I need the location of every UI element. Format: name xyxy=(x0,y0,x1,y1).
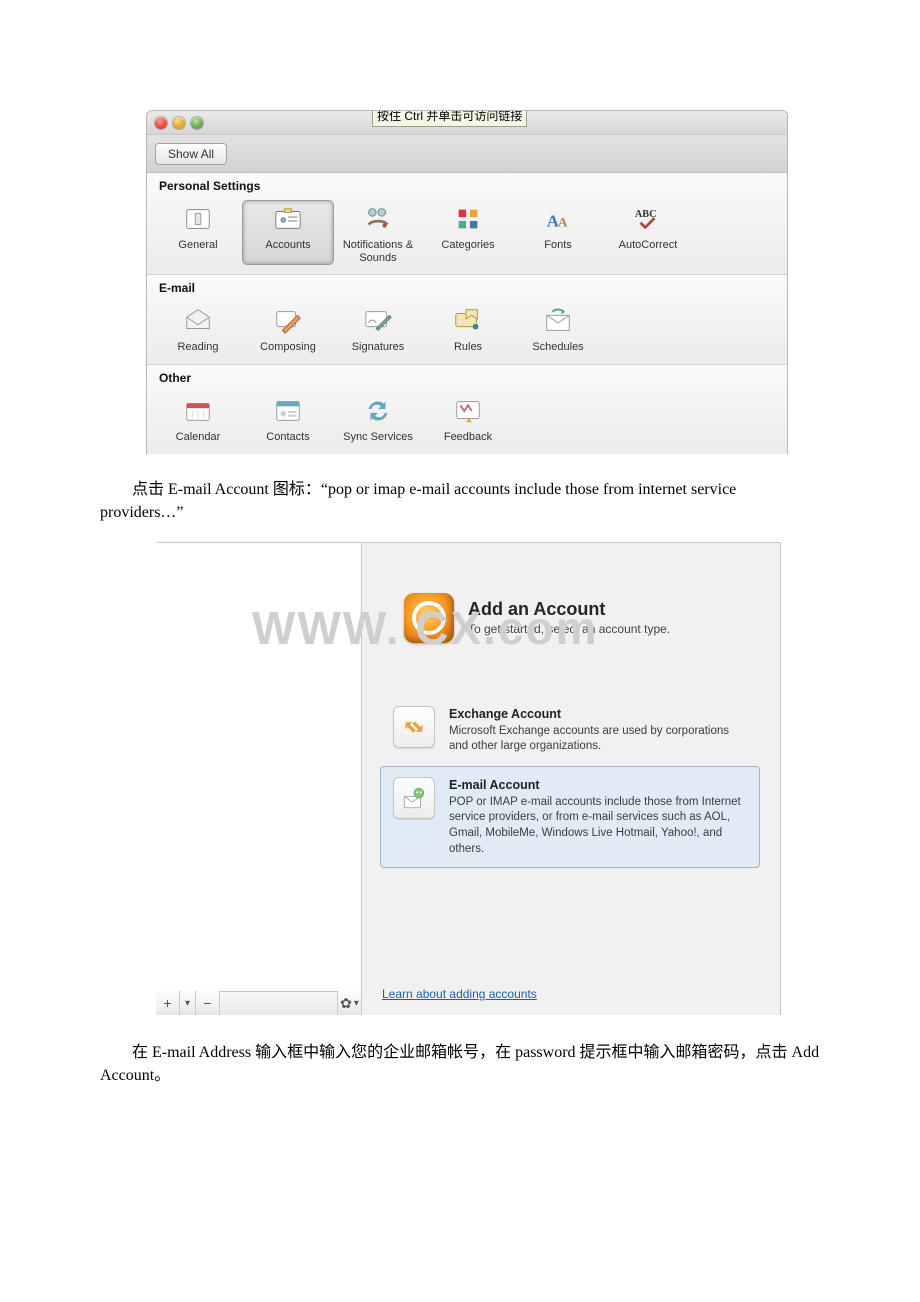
pref-label: Rules xyxy=(454,341,482,354)
zoom-window-button[interactable] xyxy=(191,117,203,129)
mail-schedule-icon xyxy=(542,305,574,337)
hyperlink-tooltip: 按住 Ctrl 并单击可访问链接 xyxy=(372,110,527,127)
pref-composing[interactable]: Composing xyxy=(243,303,333,354)
account-list-empty xyxy=(156,543,361,991)
pref-autocorrect[interactable]: ABC AutoCorrect xyxy=(603,201,693,264)
pref-label: Accounts xyxy=(265,239,310,252)
svg-text:A: A xyxy=(558,215,568,230)
learn-about-adding-accounts-link[interactable]: Learn about adding accounts xyxy=(382,987,537,1001)
account-actions-menu[interactable]: ✿ ▾ xyxy=(337,991,361,1015)
pref-label: Calendar xyxy=(176,431,221,444)
pref-label: Reading xyxy=(178,341,219,354)
pref-calendar[interactable]: Calendar xyxy=(153,393,243,444)
option-text: E-mail Account POP or IMAP e-mail accoun… xyxy=(449,777,747,857)
email-desc: POP or IMAP e-mail accounts include thos… xyxy=(449,795,747,857)
pref-notifications[interactable]: Notifications & Sounds xyxy=(333,201,423,264)
titlebar: 按住 Ctrl 并单击可访问链接 xyxy=(147,111,787,135)
exchange-icon xyxy=(393,706,435,748)
pref-label: Schedules xyxy=(532,341,583,354)
fonts-aa-icon: AA xyxy=(542,203,574,235)
add-account-button[interactable]: + xyxy=(156,991,180,1015)
minimize-window-button[interactable] xyxy=(173,117,185,129)
gear-icon: ✿ xyxy=(340,995,352,1012)
pref-label: Fonts xyxy=(544,239,572,252)
section-header-other: Other xyxy=(147,365,787,389)
add-account-dropdown[interactable]: ▾ xyxy=(180,991,196,1015)
email-account-icon xyxy=(393,777,435,819)
welcome-text: Add an Account To get started, select an… xyxy=(468,599,670,636)
doc-paragraph-1: 点击 E-mail Account 图标：“pop or imap e-mail… xyxy=(100,478,820,524)
pref-label: Contacts xyxy=(266,431,309,444)
sidebar-toolbar: + ▾ − ✿ ▾ xyxy=(156,991,361,1015)
pref-fonts[interactable]: AA Fonts xyxy=(513,201,603,264)
show-all-button[interactable]: Show All xyxy=(155,143,227,165)
calendar-icon xyxy=(182,395,214,427)
color-grid-icon xyxy=(452,203,484,235)
option-text: Exchange Account Microsoft Exchange acco… xyxy=(449,706,747,755)
preferences-window: 按住 Ctrl 并单击可访问链接 Show All Personal Setti… xyxy=(146,110,788,454)
section-email: Reading Composing Signatures Rules Sched… xyxy=(147,299,787,365)
close-window-button[interactable] xyxy=(155,117,167,129)
abc-check-icon: ABC xyxy=(632,203,664,235)
pref-categories[interactable]: Categories xyxy=(423,201,513,264)
pref-label: Signatures xyxy=(352,341,405,354)
contacts-icon xyxy=(272,395,304,427)
chevron-down-icon: ▾ xyxy=(354,998,359,1009)
pref-label: Sync Services xyxy=(343,431,413,444)
account-type-exchange[interactable]: Exchange Account Microsoft Exchange acco… xyxy=(380,695,760,766)
id-card-icon xyxy=(272,203,304,235)
email-title: E-mail Account xyxy=(449,778,540,792)
account-type-email[interactable]: E-mail Account POP or IMAP e-mail accoun… xyxy=(380,766,760,868)
sync-arrows-icon xyxy=(362,395,394,427)
pref-label: AutoCorrect xyxy=(619,239,678,252)
pref-label: Feedback xyxy=(444,431,492,444)
add-account-window: + ▾ − ✿ ▾ WWW. CX.com Add an Account To … xyxy=(156,542,781,1015)
learn-link-row: Learn about adding accounts xyxy=(380,946,764,1007)
switch-icon xyxy=(182,203,214,235)
pref-schedules[interactable]: Schedules xyxy=(513,303,603,354)
pref-signatures[interactable]: Signatures xyxy=(333,303,423,354)
pref-rules[interactable]: Rules xyxy=(423,303,513,354)
section-other: Calendar Contacts Sync Services Feedback xyxy=(147,389,787,454)
mail-rules-icon xyxy=(452,305,484,337)
remove-account-button[interactable]: − xyxy=(196,991,220,1015)
compose-pencil-icon xyxy=(272,305,304,337)
outlook-app-icon xyxy=(404,593,454,643)
pref-reading[interactable]: Reading xyxy=(153,303,243,354)
pref-label: Composing xyxy=(260,341,316,354)
add-account-title: Add an Account xyxy=(468,599,670,620)
pref-sync[interactable]: Sync Services xyxy=(333,393,423,444)
welcome-header: Add an Account To get started, select an… xyxy=(404,593,764,643)
add-account-content: WWW. CX.com Add an Account To get starte… xyxy=(362,543,780,1015)
account-type-list: Exchange Account Microsoft Exchange acco… xyxy=(380,695,760,868)
section-header-email: E-mail xyxy=(147,275,787,299)
signature-icon xyxy=(362,305,394,337)
pref-general[interactable]: General xyxy=(153,201,243,264)
pref-label: Categories xyxy=(441,239,494,252)
exchange-title: Exchange Account xyxy=(449,707,561,721)
account-list-sidebar: + ▾ − ✿ ▾ xyxy=(156,543,362,1015)
doc-paragraph-2: 在 E-mail Address 输入框中输入您的企业邮箱帐号，在 passwo… xyxy=(100,1041,820,1087)
pref-label: Notifications & Sounds xyxy=(333,239,423,264)
bell-sound-icon xyxy=(362,203,394,235)
traffic-lights xyxy=(155,117,203,129)
section-personal: General Accounts Notifications & Sounds … xyxy=(147,197,787,275)
pref-contacts[interactable]: Contacts xyxy=(243,393,333,444)
exchange-desc: Microsoft Exchange accounts are used by … xyxy=(449,724,747,755)
pref-feedback[interactable]: Feedback xyxy=(423,393,513,444)
pref-label: General xyxy=(178,239,217,252)
envelope-open-icon xyxy=(182,305,214,337)
toolbar: Show All xyxy=(147,135,787,173)
section-header-personal: Personal Settings xyxy=(147,173,787,197)
pref-accounts[interactable]: Accounts xyxy=(243,201,333,264)
feedback-icon xyxy=(452,395,484,427)
add-account-subtitle: To get started, select an account type. xyxy=(468,622,670,636)
